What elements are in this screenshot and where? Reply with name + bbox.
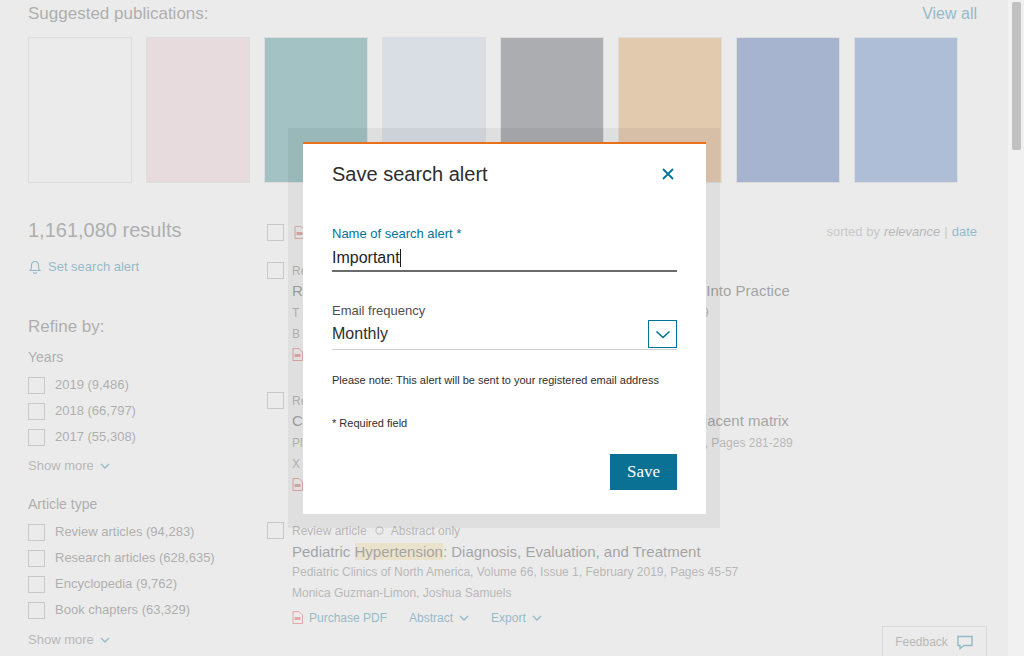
dialog-footer: Save <box>332 454 677 490</box>
save-label: Save <box>627 459 660 485</box>
frequency-label: Email frequency <box>332 303 677 319</box>
scrollbar[interactable] <box>1008 0 1024 656</box>
required-note: * Required field <box>332 415 677 431</box>
scrollbar-thumb[interactable] <box>1012 2 1021 150</box>
dropdown-toggle[interactable] <box>648 320 677 348</box>
save-search-alert-dialog: Save search alert Name of search alert * I… <box>303 142 706 514</box>
name-label: Name of search alert * <box>332 225 677 243</box>
dialog-header: Save search alert <box>332 160 677 188</box>
save-button[interactable]: Save <box>610 454 677 490</box>
dialog-title: Save search alert <box>332 160 488 188</box>
page: Suggested publications:View all1,161,080… <box>0 0 1024 656</box>
close-icon[interactable] <box>660 166 676 182</box>
frequency-value: Monthly <box>332 322 388 346</box>
frequency-dropdown[interactable]: Monthly <box>332 319 677 350</box>
chevron-down-icon <box>655 329 671 339</box>
name-input[interactable]: Important <box>332 245 677 272</box>
email-note: Please note: This alert will be sent to … <box>332 372 677 388</box>
name-value: Important <box>332 246 400 270</box>
text-caret <box>400 249 401 267</box>
